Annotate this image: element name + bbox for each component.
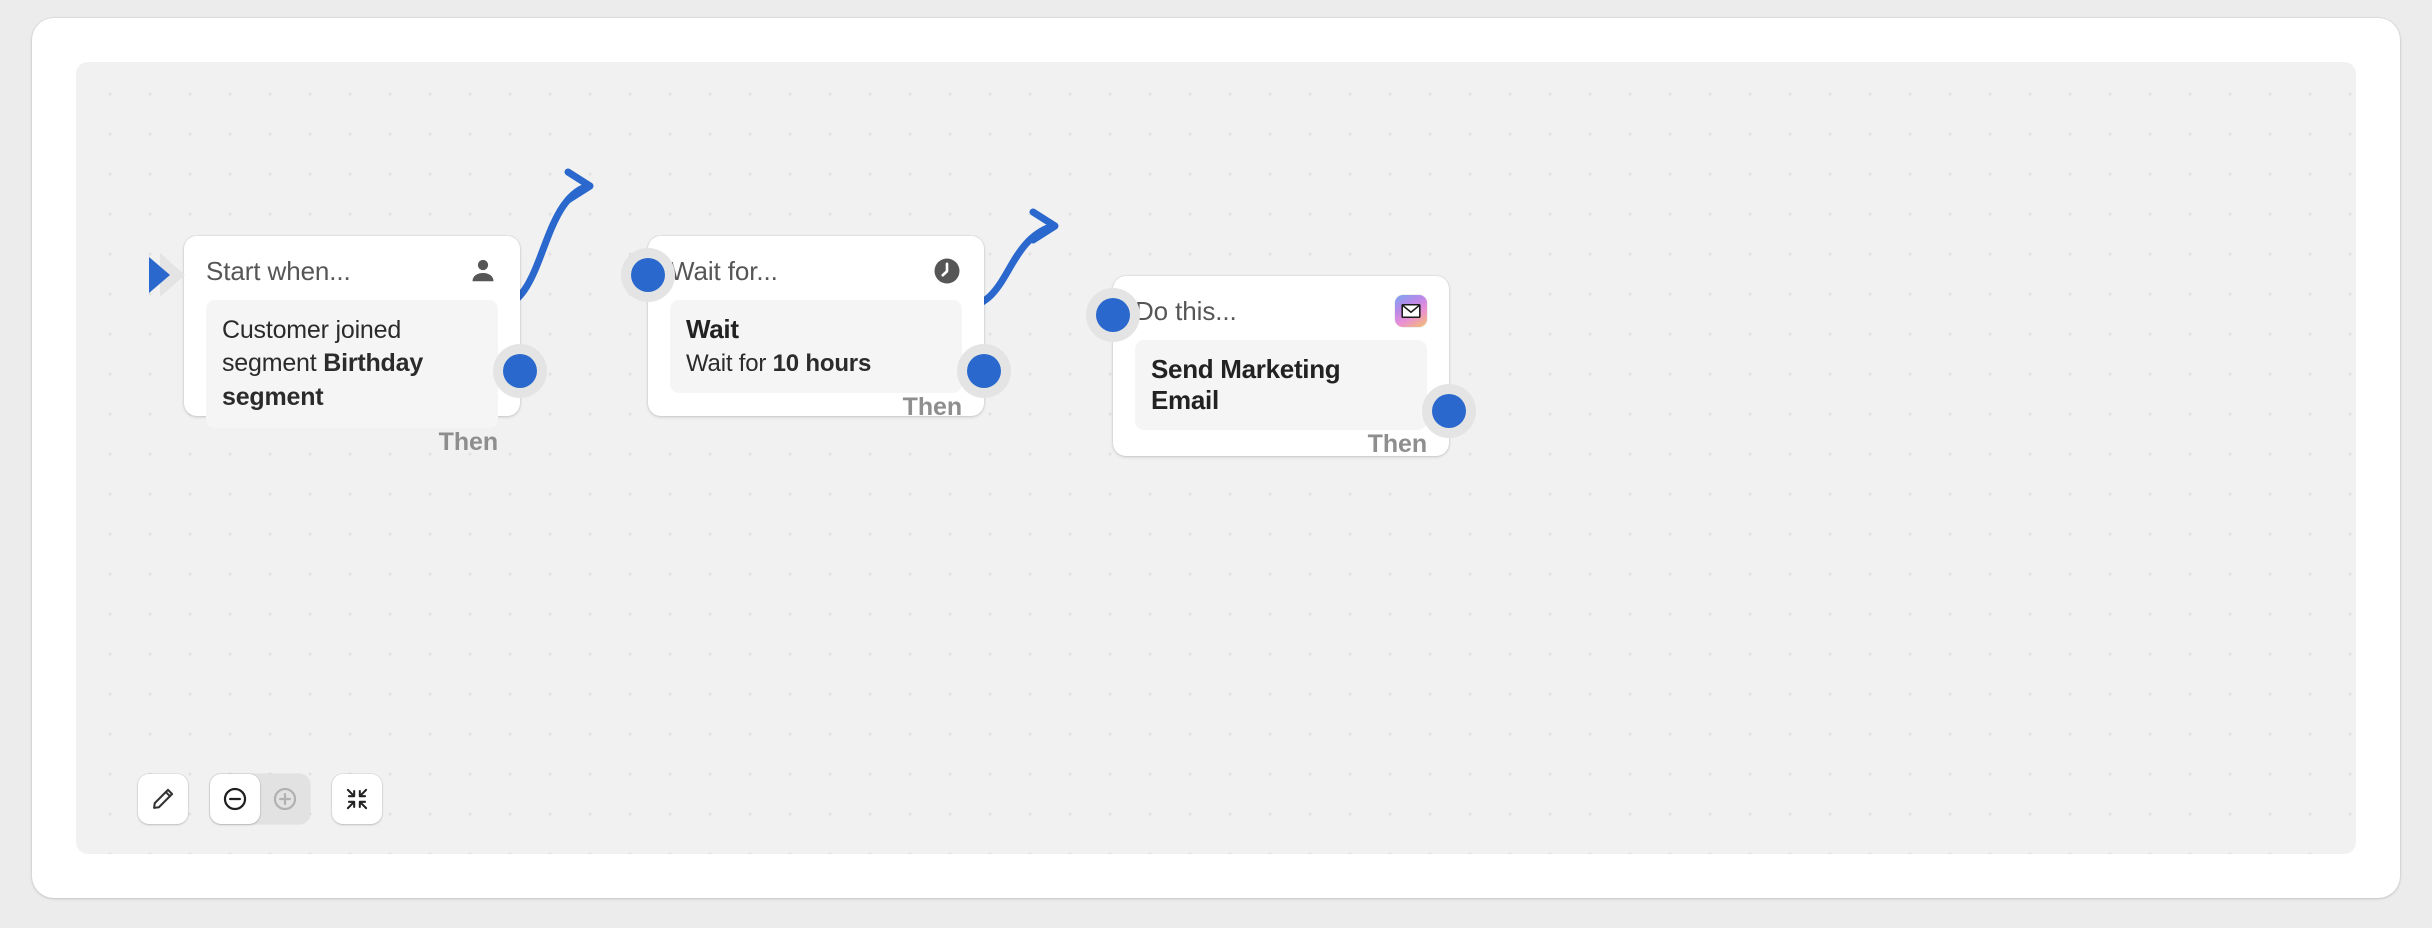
output-port-wait[interactable]: [957, 344, 1011, 398]
pencil-icon: [150, 786, 176, 812]
node-body-text-trigger: Customer joined segment Birthday segment: [222, 314, 482, 414]
app-panel: Start when... Customer joined segment Bi…: [32, 18, 2400, 898]
wait-heading: Wait: [686, 314, 739, 344]
start-play-icon-fill: [149, 257, 170, 293]
zoom-out-button[interactable]: [210, 774, 260, 824]
mail-icon: [1395, 295, 1427, 327]
plus-circle-icon: [271, 785, 299, 813]
wait-sub-bold: 10 hours: [772, 350, 872, 378]
node-body-trigger[interactable]: Customer joined segment Birthday segment: [206, 300, 498, 428]
edit-button[interactable]: [138, 774, 188, 824]
node-card-trigger[interactable]: Start when... Customer joined segment Bi…: [149, 236, 547, 456]
input-port-wait[interactable]: [621, 248, 675, 302]
output-port-trigger[interactable]: [493, 344, 547, 398]
wait-sub-prefix: Wait for: [686, 350, 773, 378]
zoom-control-group: [210, 774, 310, 824]
then-label-wait: Then: [902, 393, 962, 422]
node-card-wait[interactable]: Wait for... Wait Wait for 10 hours Then: [621, 236, 1011, 421]
action-heading: Send Marketing Email: [1151, 354, 1341, 416]
node-header-action: Do this...: [1135, 294, 1427, 328]
fit-to-screen-button[interactable]: [332, 774, 382, 824]
flow-canvas[interactable]: Start when... Customer joined segment Bi…: [76, 62, 2356, 854]
node-title-trigger: Start when...: [206, 255, 351, 286]
canvas-toolbar: [138, 774, 382, 824]
node-footer-wait: Then: [670, 393, 962, 422]
node-body-wait[interactable]: Wait Wait for 10 hours: [670, 300, 962, 394]
then-label-trigger: Then: [438, 427, 498, 456]
input-port-action[interactable]: [1086, 288, 1140, 342]
node-title-action: Do this...: [1135, 295, 1237, 326]
collapse-arrows-icon: [344, 786, 370, 812]
output-port-action[interactable]: [1422, 384, 1476, 438]
clock-icon: [932, 256, 962, 286]
person-icon: [468, 256, 498, 286]
node-footer-action: Then: [1135, 430, 1427, 459]
start-play-icon: [146, 248, 200, 302]
wait-subtext: Wait for 10 hours: [686, 349, 946, 379]
node-card-action[interactable]: Do this... Send Marketing Email Then: [1086, 276, 1476, 459]
minus-circle-icon: [221, 785, 249, 813]
node-header-wait: Wait for...: [670, 254, 962, 288]
then-label-action: Then: [1367, 430, 1427, 459]
node-body-action[interactable]: Send Marketing Email: [1135, 340, 1427, 431]
node-footer-trigger: Then: [206, 428, 498, 457]
node-header-trigger: Start when...: [206, 254, 498, 288]
node-title-wait: Wait for...: [670, 255, 778, 286]
zoom-in-button[interactable]: [260, 774, 310, 824]
